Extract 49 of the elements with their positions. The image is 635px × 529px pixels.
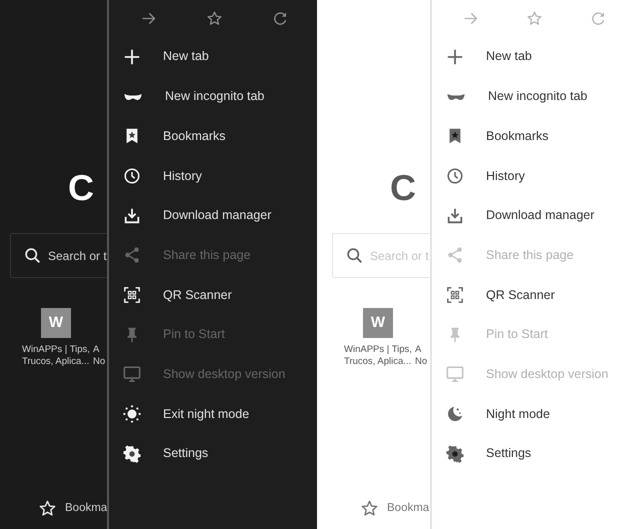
menu-item[interactable]: QR Scanner [432,275,635,315]
menu-item[interactable]: Night mode [432,394,635,434]
star-icon [38,499,57,518]
menu-item[interactable]: Exit night mode [109,394,317,434]
site-tile-label[interactable]: WinAPPs | Tips, Trucos, Aplica... [344,344,412,368]
menu-item[interactable]: QR Scanner [109,275,317,315]
search-icon [24,247,41,264]
menu-item[interactable]: Settings [109,434,317,474]
menu-item[interactable]: History [432,156,635,196]
menu-item[interactable]: Settings [432,434,635,474]
share-icon [123,246,141,264]
menu-item[interactable]: Download manager [432,196,635,236]
refresh-icon[interactable] [272,10,288,26]
mask-icon [447,92,465,101]
monitor-icon [446,365,464,384]
site-tile-label[interactable]: A No [93,344,106,368]
mask-icon [124,92,142,101]
site-tile-label[interactable]: WinAPPs | Tips, Trucos, Aplica... [22,344,90,368]
clock-icon [123,166,141,185]
logo-text: C [68,166,94,210]
monitor-icon [123,365,141,384]
plus-icon [123,48,141,66]
bookmarks-button[interactable]: Bookma [38,499,108,518]
qr-code-icon [123,286,141,304]
moon-icon [446,405,464,424]
settings-icon [123,444,141,463]
clock-icon [446,166,464,185]
menu-item[interactable]: History [109,156,317,196]
menu-item[interactable]: Bookmarks [109,116,317,156]
menu-item[interactable]: New tab [109,37,317,77]
star-icon[interactable] [526,10,543,26]
logo-text: C [390,166,416,210]
menu-item[interactable]: New incognito tab [432,76,635,116]
search-icon [346,247,363,264]
star-icon [360,499,379,518]
site-tile-label[interactable]: A No [415,344,428,368]
plus-icon [446,48,464,66]
settings-icon [446,444,464,463]
menu-item[interactable]: New incognito tab [109,76,317,116]
download-icon [446,206,464,225]
star-icon[interactable] [206,10,222,26]
sun-icon [123,405,141,424]
menu-item[interactable]: Bookmarks [432,116,635,156]
menu-item[interactable]: New tab [432,37,635,77]
download-icon [123,206,141,225]
menu-item[interactable]: Download manager [109,196,317,236]
bookmarks-button[interactable]: Bookma [360,499,430,518]
share-icon [446,246,464,264]
qr-code-icon [446,286,464,304]
